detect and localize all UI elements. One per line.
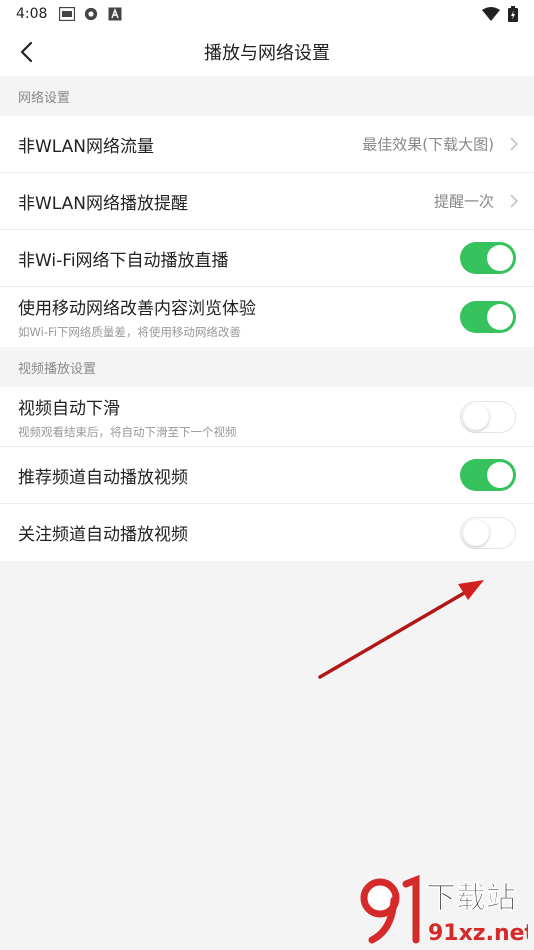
- network-settings-group: 非WLAN网络流量 最佳效果(下载大图) 非WLAN网络播放提醒 提醒一次 非W…: [0, 116, 534, 347]
- autoplay-live-toggle[interactable]: [460, 242, 516, 274]
- section-header-network: 网络设置: [0, 76, 534, 116]
- chevron-right-icon: [510, 137, 519, 151]
- battery-icon: [508, 6, 518, 22]
- setting-row-recommend-autoplay: 推荐频道自动播放视频: [0, 447, 534, 504]
- news-app-icon: [59, 7, 76, 21]
- app-header: 播放与网络设置: [0, 28, 534, 76]
- toggle-knob: [463, 519, 489, 546]
- back-button[interactable]: [10, 36, 42, 68]
- status-right: [482, 6, 518, 22]
- follow-autoplay-toggle[interactable]: [460, 516, 516, 549]
- setting-row-mobile-network-improve: 使用移动网络改善内容浏览体验 如Wi-Fi下网络质量差，将使用移动网络改善: [0, 287, 534, 347]
- row-value: 最佳效果(下载大图): [362, 135, 494, 154]
- watermark-site: 91xz.net: [428, 921, 528, 946]
- watermark-91-glyph: [360, 874, 420, 944]
- row-title: 非Wi-Fi网络下自动播放直播: [18, 250, 229, 271]
- chevron-right-icon: [510, 194, 519, 208]
- row-subtitle: 视频观看结束后，将自动下滑至下一个视频: [18, 424, 237, 439]
- mobile-network-improve-toggle[interactable]: [460, 301, 516, 333]
- aperture-icon: [85, 7, 98, 21]
- setting-row-follow-autoplay: 关注频道自动播放视频: [0, 504, 534, 561]
- video-settings-group: 视频自动下滑 视频观看结束后，将自动下滑至下一个视频 推荐频道自动播放视频 关注…: [0, 387, 534, 561]
- recommend-autoplay-toggle[interactable]: [460, 459, 516, 491]
- status-bar: 4:08: [0, 0, 534, 28]
- toggle-knob: [487, 304, 513, 330]
- row-title: 关注频道自动播放视频: [18, 525, 188, 545]
- toggle-knob: [487, 462, 513, 488]
- wifi-icon: [482, 7, 500, 21]
- back-arrow-icon: [20, 41, 33, 63]
- setting-row-non-wlan-play-reminder[interactable]: 非WLAN网络播放提醒 提醒一次: [0, 173, 534, 230]
- row-title: 视频自动下滑: [18, 398, 120, 419]
- setting-row-non-wlan-traffic[interactable]: 非WLAN网络流量 最佳效果(下载大图): [0, 116, 534, 173]
- toggle-knob: [463, 403, 489, 430]
- font-app-icon: [108, 7, 122, 21]
- row-value: 提醒一次: [433, 192, 494, 211]
- setting-row-autoplay-live: 非Wi-Fi网络下自动播放直播: [0, 230, 534, 287]
- row-title: 推荐频道自动播放视频: [18, 467, 188, 488]
- watermark-logo: 下载站 91xz.net: [360, 874, 528, 946]
- row-subtitle: 如Wi-Fi下网络质量差，将使用移动网络改善: [18, 325, 241, 339]
- row-title: 使用移动网络改善内容浏览体验: [18, 299, 256, 319]
- toggle-knob: [487, 245, 513, 271]
- page-title: 播放与网络设置: [204, 43, 330, 64]
- status-time: 4:08: [16, 6, 48, 22]
- setting-row-video-auto-scroll: 视频自动下滑 视频观看结束后，将自动下滑至下一个视频: [0, 387, 534, 447]
- section-header-video: 视频播放设置: [0, 347, 534, 387]
- video-auto-scroll-toggle[interactable]: [460, 400, 516, 433]
- watermark-text: 下载站: [426, 881, 516, 916]
